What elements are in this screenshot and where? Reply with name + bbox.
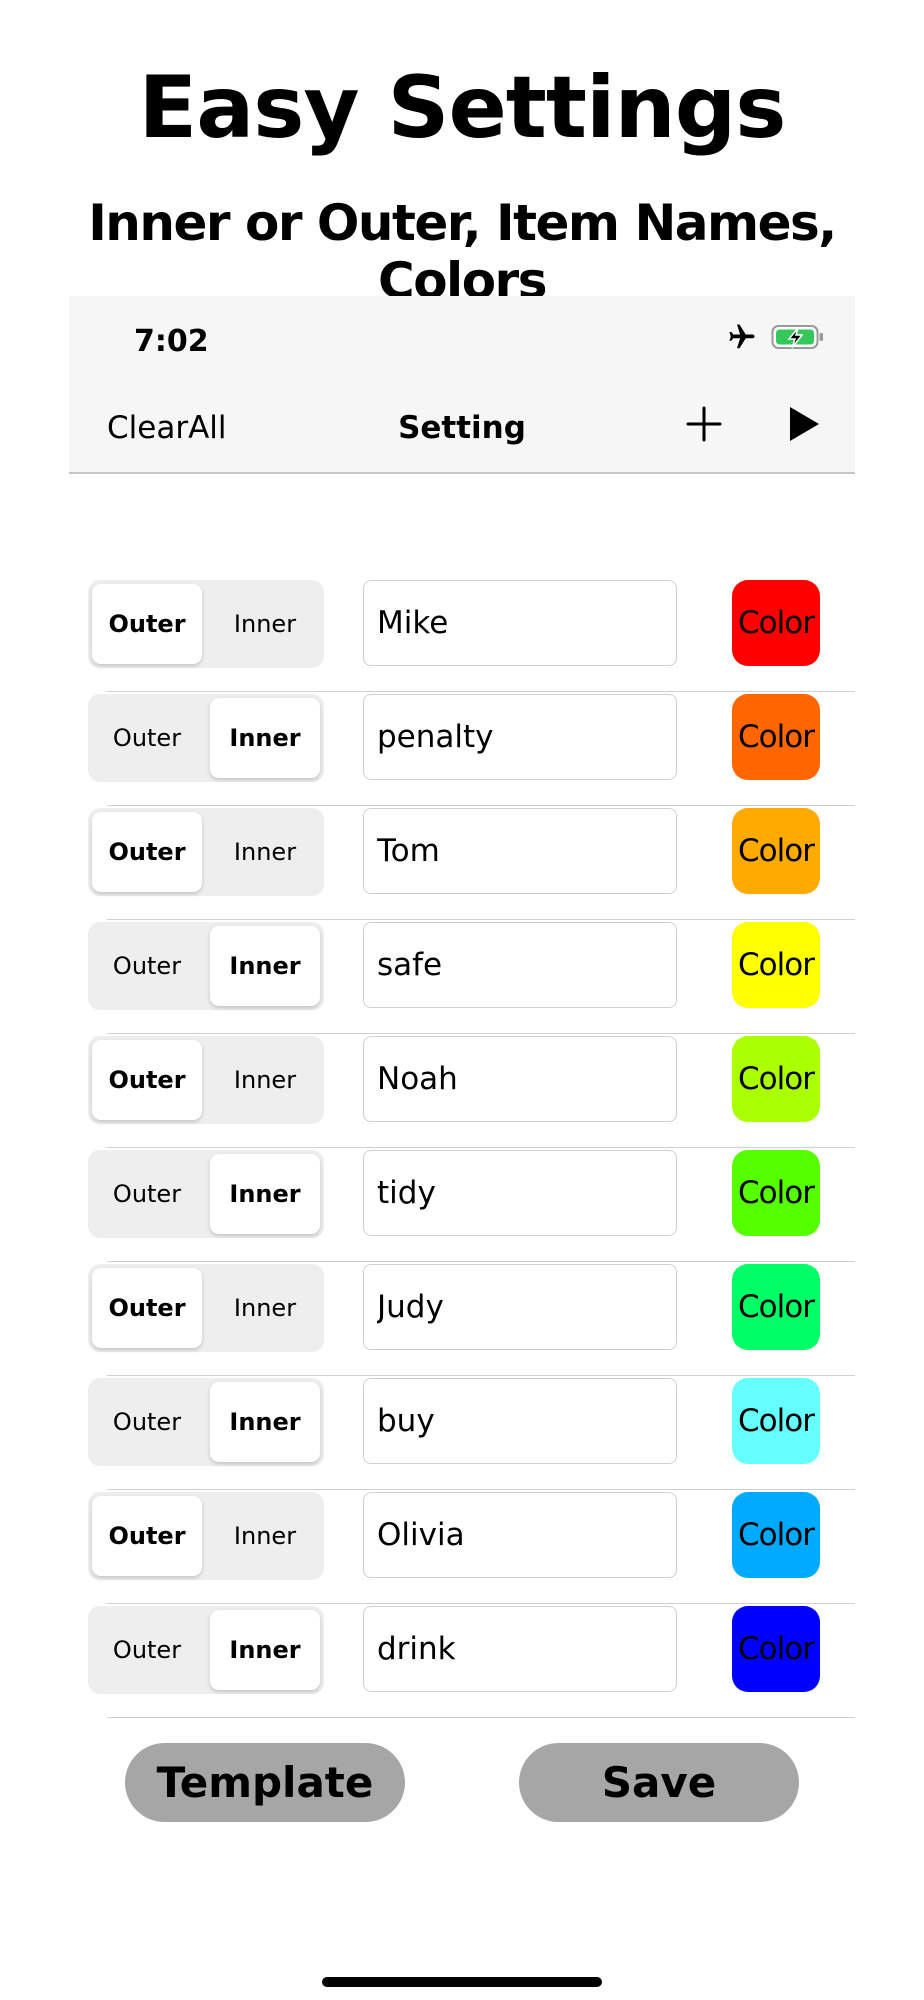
- segment-outer[interactable]: Outer: [92, 1382, 202, 1462]
- item-name-field[interactable]: [363, 808, 677, 894]
- plus-icon[interactable]: [684, 404, 724, 444]
- hero-subtitle: Inner or Outer, Item Names, Colors: [88, 194, 837, 310]
- battery-charging-icon: [771, 322, 825, 356]
- outer-inner-segmented-control[interactable]: Outer Inner: [88, 922, 324, 1010]
- item-row: OuterInner Color: [0, 1148, 924, 1262]
- outer-inner-segmented-control[interactable]: Outer Inner: [88, 580, 324, 668]
- status-time: 7:02: [134, 324, 209, 359]
- hero-title: Easy Settings: [138, 58, 787, 158]
- outer-inner-segmented-control[interactable]: Outer Inner: [88, 1264, 324, 1352]
- outer-inner-segmented-control[interactable]: Outer Inner: [88, 1606, 324, 1694]
- segment-outer[interactable]: Outer: [92, 1610, 202, 1690]
- item-list: OuterInnerColorOuterInnerColorOuterInner…: [0, 578, 924, 1718]
- item-name-field[interactable]: [363, 1492, 677, 1578]
- segment-outer[interactable]: Outer: [92, 1154, 202, 1234]
- segment-outer[interactable]: Outer: [92, 584, 202, 664]
- home-indicator: [322, 1977, 602, 1987]
- segment-outer[interactable]: Outer: [92, 812, 202, 892]
- item-row: OuterInner Color: [0, 1604, 924, 1718]
- color-button[interactable]: Color: [732, 1606, 820, 1692]
- item-name-field[interactable]: [363, 694, 677, 780]
- color-button[interactable]: Color: [732, 808, 820, 894]
- item-row: OuterInner Color: [0, 1376, 924, 1490]
- segment-inner[interactable]: Inner: [210, 1496, 320, 1576]
- segment-inner[interactable]: Inner: [210, 1268, 320, 1348]
- item-name-field[interactable]: [363, 922, 677, 1008]
- segment-inner[interactable]: Inner: [210, 1154, 320, 1234]
- outer-inner-segmented-control[interactable]: Outer Inner: [88, 808, 324, 896]
- segment-inner[interactable]: Inner: [210, 1610, 320, 1690]
- outer-inner-segmented-control[interactable]: Outer Inner: [88, 1492, 324, 1580]
- segment-inner[interactable]: Inner: [210, 1382, 320, 1462]
- color-button[interactable]: Color: [732, 1036, 820, 1122]
- segment-outer[interactable]: Outer: [92, 1040, 202, 1120]
- segment-outer[interactable]: Outer: [92, 1268, 202, 1348]
- color-button[interactable]: Color: [732, 580, 820, 666]
- item-name-field[interactable]: [363, 1150, 677, 1236]
- item-name-field[interactable]: [363, 1264, 677, 1350]
- outer-inner-segmented-control[interactable]: Outer Inner: [88, 1150, 324, 1238]
- item-row: OuterInner Color: [0, 920, 924, 1034]
- row-divider: [107, 1717, 855, 1718]
- color-button[interactable]: Color: [732, 922, 820, 1008]
- item-name-field[interactable]: [363, 1378, 677, 1464]
- color-button[interactable]: Color: [732, 694, 820, 780]
- segment-inner[interactable]: Inner: [210, 812, 320, 892]
- outer-inner-segmented-control[interactable]: Outer Inner: [88, 1036, 324, 1124]
- segment-outer[interactable]: Outer: [92, 926, 202, 1006]
- template-button[interactable]: Template: [125, 1743, 405, 1822]
- segment-inner[interactable]: Inner: [210, 584, 320, 664]
- item-row: OuterInner Color: [0, 1034, 924, 1148]
- color-button[interactable]: Color: [732, 1150, 820, 1236]
- color-button[interactable]: Color: [732, 1378, 820, 1464]
- item-row: OuterInner Color: [0, 578, 924, 692]
- item-name-field[interactable]: [363, 580, 677, 666]
- save-button[interactable]: Save: [519, 1743, 799, 1822]
- outer-inner-segmented-control[interactable]: Outer Inner: [88, 694, 324, 782]
- status-icons: [727, 322, 825, 356]
- segment-outer[interactable]: Outer: [92, 1496, 202, 1576]
- play-icon[interactable]: [782, 404, 822, 444]
- item-row: OuterInner Color: [0, 806, 924, 920]
- segment-inner[interactable]: Inner: [210, 1040, 320, 1120]
- item-row: OuterInner Color: [0, 1490, 924, 1604]
- clear-all-button[interactable]: ClearAll: [107, 410, 227, 446]
- segment-inner[interactable]: Inner: [210, 926, 320, 1006]
- color-button[interactable]: Color: [732, 1264, 820, 1350]
- outer-inner-segmented-control[interactable]: Outer Inner: [88, 1378, 324, 1466]
- segment-outer[interactable]: Outer: [92, 698, 202, 778]
- item-row: OuterInner Color: [0, 1262, 924, 1376]
- color-button[interactable]: Color: [732, 1492, 820, 1578]
- item-row: OuterInner Color: [0, 692, 924, 806]
- segment-inner[interactable]: Inner: [210, 698, 320, 778]
- airplane-icon: [727, 322, 757, 356]
- item-name-field[interactable]: [363, 1036, 677, 1122]
- item-name-field[interactable]: [363, 1606, 677, 1692]
- app-header: 7:02 ClearAll Setting: [69, 296, 855, 474]
